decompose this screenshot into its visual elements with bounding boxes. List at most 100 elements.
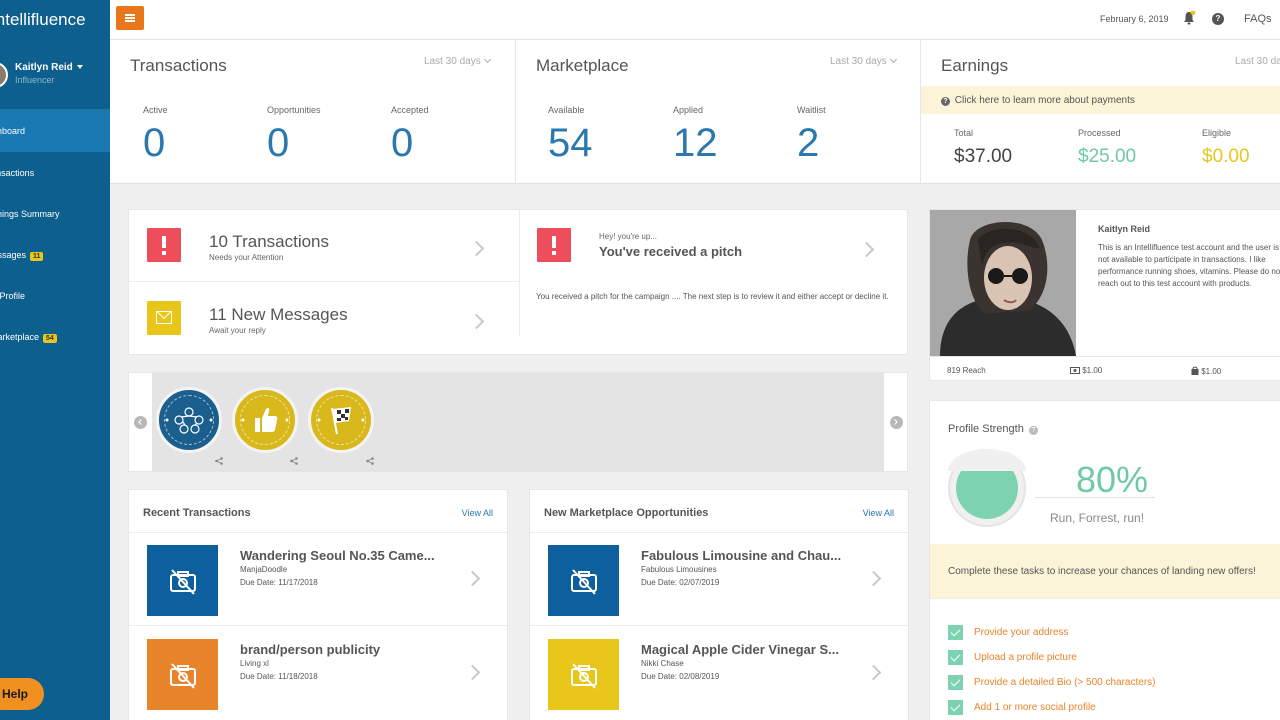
person-photo-icon <box>930 210 1076 356</box>
marketplace-stats-panel: Marketplace Last 30 days Available 54 Ap… <box>516 40 921 184</box>
sidebar: intellifluence Kaitlyn Reid Influencer D… <box>0 0 110 720</box>
view-all-link[interactable]: View All <box>863 508 894 518</box>
sidebar-item-dashboard[interactable]: Dashboard <box>0 110 110 152</box>
user-role: Influencer <box>15 75 55 85</box>
bell-icon[interactable] <box>1183 11 1195 25</box>
profile-stats: 819 Reach $1.00 $1.00 <box>930 356 1280 380</box>
chevron-right-icon[interactable] <box>468 240 485 257</box>
current-date: February 6, 2019 <box>1100 14 1169 24</box>
question-icon: ? <box>941 97 950 106</box>
chevron-right-icon[interactable] <box>464 570 481 587</box>
app-logo[interactable]: intellifluence <box>0 0 110 40</box>
chevron-right-icon[interactable] <box>858 241 875 258</box>
no-image-placeholder <box>548 639 619 710</box>
stat-processed: Processed $25.00 <box>1078 128 1137 167</box>
envelope-icon <box>147 301 181 335</box>
pitch-alert[interactable]: Hey! you're up... You've received a pitc… <box>519 210 909 356</box>
chevron-right-icon[interactable] <box>464 664 481 681</box>
strength-percent: 80% <box>1076 459 1149 500</box>
alerts-card: 10 Transactions Needs your Attention 11 … <box>128 209 908 355</box>
carousel-next-button[interactable] <box>890 416 903 429</box>
exclamation-icon <box>147 228 181 262</box>
check-icon <box>948 650 963 665</box>
transactions-alert[interactable]: 10 Transactions Needs your Attention <box>129 210 519 282</box>
user-menu[interactable]: Kaitlyn Reid Influencer <box>0 40 110 110</box>
exclamation-icon <box>537 228 571 262</box>
caret-down-icon <box>76 65 83 70</box>
no-camera-icon <box>571 663 597 689</box>
share-icon[interactable] <box>290 457 298 465</box>
card-title: Recent Transactions <box>143 507 251 519</box>
topbar: February 6, 2019 ? FAQs <box>110 0 1280 40</box>
chevron-down-icon <box>889 55 897 64</box>
sidebar-item-marketplace[interactable]: Marketplace54 <box>0 316 110 358</box>
price-cash: $1.00 <box>1070 366 1102 375</box>
thumbs-up-icon <box>241 407 289 432</box>
tasks-banner: Complete these tasks to increase your ch… <box>930 544 1280 598</box>
period-dropdown[interactable]: Last 30 days <box>424 55 491 67</box>
no-camera-icon <box>571 569 597 595</box>
sidebar-item-my-profile[interactable]: My Profile <box>0 275 110 317</box>
profile-bio: This is an Intellifluence test account a… <box>1098 243 1280 288</box>
chevron-right-icon[interactable] <box>865 664 882 681</box>
check-icon <box>948 700 963 715</box>
stat-active[interactable]: Active 0 <box>143 105 168 166</box>
no-image-placeholder <box>147 545 218 616</box>
help-icon[interactable]: ? <box>1212 13 1224 25</box>
badge-high-closer[interactable] <box>308 387 374 453</box>
price-product: $1.00 <box>1191 366 1221 376</box>
period-dropdown[interactable]: Last 30 days <box>830 55 897 67</box>
profile-card: Kaitlyn Reid This is an Intellifluence t… <box>929 209 1280 381</box>
stat-available[interactable]: Available 54 <box>548 105 593 166</box>
checkered-flag-icon <box>317 407 365 435</box>
reach-count: 819 Reach <box>947 366 986 375</box>
messages-alert[interactable]: 11 New Messages Await your reply <box>129 283 519 355</box>
sidebar-item-earnings-summary[interactable]: Earnings Summary <box>0 193 110 235</box>
user-name[interactable]: Kaitlyn Reid <box>15 62 83 73</box>
panel-title: Transactions <box>130 56 227 75</box>
share-icon[interactable] <box>215 457 223 465</box>
stat-waitlist[interactable]: Waitlist 2 <box>797 105 826 166</box>
stat-accepted[interactable]: Accepted 0 <box>391 105 429 166</box>
period-dropdown[interactable]: Last 30 days <box>1235 56 1280 67</box>
list-item[interactable]: brand/person publicity Living xl Due Dat… <box>129 627 507 720</box>
shopping-bag-icon <box>1191 366 1199 375</box>
no-image-placeholder <box>147 639 218 710</box>
check-icon <box>948 625 963 640</box>
stat-applied[interactable]: Applied 12 <box>673 105 718 166</box>
stat-opportunities[interactable]: Opportunities 0 <box>267 105 321 166</box>
no-image-placeholder <box>548 545 619 616</box>
messages-count-badge: 11 <box>30 252 44 261</box>
share-icon[interactable] <box>366 457 374 465</box>
help-button[interactable]: Help <box>0 678 44 710</box>
panel-title: Marketplace <box>536 56 629 75</box>
no-camera-icon <box>170 663 196 689</box>
badges-carousel <box>128 372 908 472</box>
carousel-prev-button[interactable] <box>134 416 147 429</box>
earnings-stats-panel: Earnings Last 30 days ? Click here to le… <box>921 40 1280 184</box>
faqs-link[interactable]: FAQs <box>1244 13 1272 25</box>
chevron-right-icon[interactable] <box>468 313 485 330</box>
strength-motto: Run, Forrest, run! <box>1050 511 1145 525</box>
recent-transactions-card: Recent Transactions View All Wandering S… <box>128 489 508 720</box>
chevron-right-icon[interactable] <box>865 570 882 587</box>
chevron-down-icon <box>483 55 491 64</box>
payments-info-banner[interactable]: ? Click here to learn more about payment… <box>921 86 1280 114</box>
hamburger-menu-button[interactable] <box>116 6 144 30</box>
transactions-stats-panel: Transactions Last 30 days Active 0 Oppor… <box>110 40 516 184</box>
card-title: New Marketplace Opportunities <box>544 507 709 519</box>
profile-name: Kaitlyn Reid <box>1098 224 1151 234</box>
list-item[interactable]: Wandering Seoul No.35 Came... ManjaDoodl… <box>129 533 507 626</box>
list-item[interactable]: Fabulous Limousine and Chau... Fabulous … <box>530 533 908 626</box>
profile-photo[interactable] <box>930 210 1076 356</box>
sidebar-item-messages[interactable]: Messages11 <box>0 234 110 276</box>
badge-very-popular[interactable] <box>232 387 298 453</box>
badge-influencer[interactable] <box>156 387 222 453</box>
question-icon[interactable]: ? <box>1028 426 1038 435</box>
sidebar-item-transactions[interactable]: Transactions <box>0 152 110 194</box>
stat-total: Total $37.00 <box>954 128 1013 167</box>
no-camera-icon <box>170 569 196 595</box>
view-all-link[interactable]: View All <box>462 508 493 518</box>
list-item[interactable]: Magical Apple Cider Vinegar S... Nikki C… <box>530 627 908 720</box>
profile-strength-card: Profile Strength? 80% Run, Forrest, run!… <box>929 400 1280 720</box>
